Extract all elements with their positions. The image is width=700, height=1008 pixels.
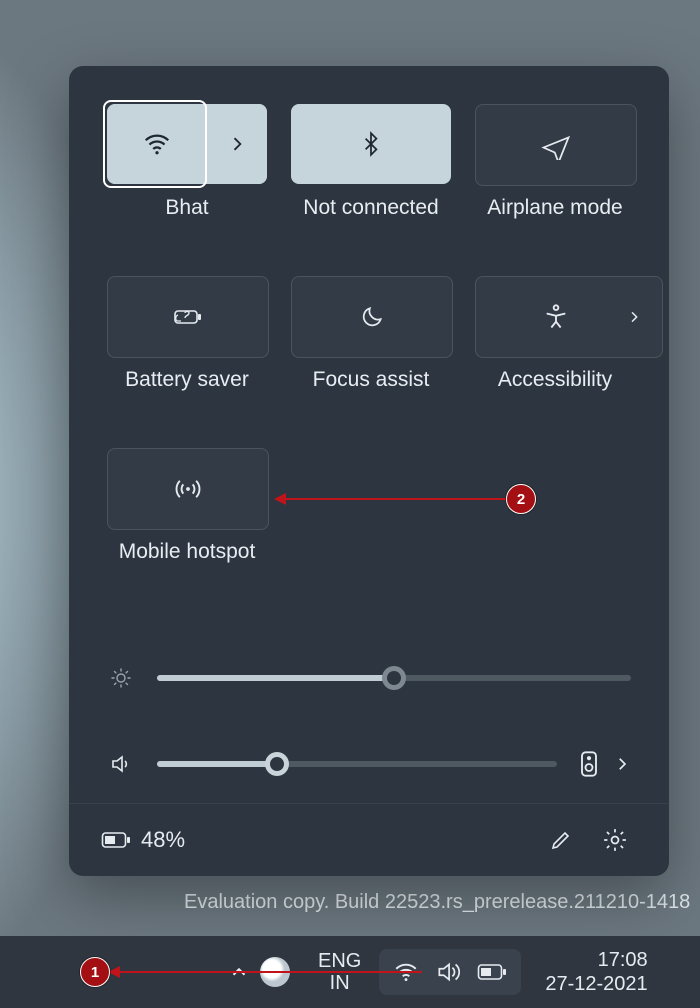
volume-fill bbox=[157, 761, 277, 767]
volume-icon bbox=[107, 752, 135, 776]
speaker-select-icon bbox=[579, 750, 599, 778]
battery-saver-tile-wrap: Battery saver bbox=[107, 276, 267, 358]
settings-button[interactable] bbox=[593, 818, 637, 862]
clock-date: 27-12-2021 bbox=[545, 972, 647, 996]
tile-row: Mobile hotspot bbox=[107, 448, 631, 530]
panel-footer: 48% bbox=[69, 803, 669, 876]
bluetooth-tile-wrap: Not connected bbox=[291, 104, 451, 186]
wifi-tile[interactable] bbox=[107, 104, 267, 184]
bluetooth-label: Not connected bbox=[291, 196, 451, 220]
lang-bottom: IN bbox=[330, 972, 350, 994]
volume-icon bbox=[435, 959, 461, 985]
accessibility-tile-wrap: Accessibility bbox=[475, 276, 635, 358]
volume-expand[interactable] bbox=[613, 755, 631, 773]
quick-tiles-grid: Bhat Not connected Airplane mode bbox=[107, 104, 631, 530]
wifi-icon bbox=[142, 129, 172, 159]
brightness-icon bbox=[107, 666, 135, 690]
battery-saver-label: Battery saver bbox=[107, 368, 267, 392]
quick-settings-panel: Bhat Not connected Airplane mode bbox=[69, 66, 669, 876]
tile-row: Bhat Not connected Airplane mode bbox=[107, 104, 631, 186]
audio-output-button[interactable] bbox=[579, 750, 599, 778]
annotation-badge-2: 2 bbox=[506, 484, 536, 514]
lang-top: ENG bbox=[318, 950, 361, 972]
accessibility-icon bbox=[542, 303, 570, 331]
focus-assist-tile[interactable] bbox=[291, 276, 453, 358]
moon-icon bbox=[359, 304, 385, 330]
taskbar-clock[interactable]: 17:08 27-12-2021 bbox=[545, 948, 657, 996]
battery-percent: 48% bbox=[141, 827, 185, 853]
windows-watermark: Evaluation copy. Build 22523.rs_prerelea… bbox=[184, 891, 700, 914]
chevron-right-icon bbox=[626, 309, 642, 325]
annotation-arrow-2 bbox=[278, 498, 506, 500]
hotspot-tile[interactable] bbox=[107, 448, 269, 530]
volume-extra bbox=[579, 750, 631, 778]
wifi-tile-wrap: Bhat bbox=[107, 104, 267, 186]
brightness-slider[interactable] bbox=[157, 675, 631, 681]
chevron-right-icon bbox=[227, 134, 247, 154]
accessibility-expand[interactable] bbox=[626, 309, 642, 325]
battery-icon bbox=[101, 830, 131, 850]
battery-icon bbox=[477, 962, 507, 982]
hotspot-icon bbox=[172, 475, 204, 503]
hotspot-tile-wrap: Mobile hotspot bbox=[107, 448, 267, 530]
brightness-row bbox=[107, 666, 631, 690]
brightness-fill bbox=[157, 675, 394, 681]
annotation-badge-1: 1 bbox=[80, 957, 110, 987]
brightness-thumb[interactable] bbox=[382, 666, 406, 690]
edit-quick-settings-button[interactable] bbox=[539, 818, 583, 862]
chevron-right-icon bbox=[613, 755, 631, 773]
bluetooth-icon bbox=[358, 131, 384, 157]
hotspot-label: Mobile hotspot bbox=[107, 540, 267, 564]
battery-saver-icon bbox=[171, 302, 205, 332]
pencil-icon bbox=[549, 828, 573, 852]
focus-assist-tile-wrap: Focus assist bbox=[291, 276, 451, 358]
airplane-tile[interactable] bbox=[475, 104, 637, 186]
battery-status[interactable]: 48% bbox=[101, 827, 185, 853]
airplane-tile-wrap: Airplane mode bbox=[475, 104, 635, 186]
clock-time: 17:08 bbox=[598, 948, 648, 972]
wifi-expand[interactable] bbox=[207, 104, 267, 184]
bluetooth-tile[interactable] bbox=[291, 104, 451, 184]
accessibility-tile[interactable] bbox=[475, 276, 663, 358]
wifi-toggle[interactable] bbox=[107, 104, 207, 184]
accessibility-label: Accessibility bbox=[475, 368, 635, 392]
volume-thumb[interactable] bbox=[265, 752, 289, 776]
annotation-arrow-1 bbox=[112, 971, 422, 973]
tile-row: Battery saver Focus assist Accessibil bbox=[107, 276, 631, 358]
wifi-label: Bhat bbox=[107, 196, 267, 220]
airplane-icon bbox=[541, 130, 571, 160]
volume-row bbox=[107, 750, 631, 778]
gear-icon bbox=[602, 827, 628, 853]
focus-assist-label: Focus assist bbox=[291, 368, 451, 392]
airplane-label: Airplane mode bbox=[475, 196, 635, 220]
volume-slider[interactable] bbox=[157, 761, 557, 767]
battery-saver-tile[interactable] bbox=[107, 276, 269, 358]
